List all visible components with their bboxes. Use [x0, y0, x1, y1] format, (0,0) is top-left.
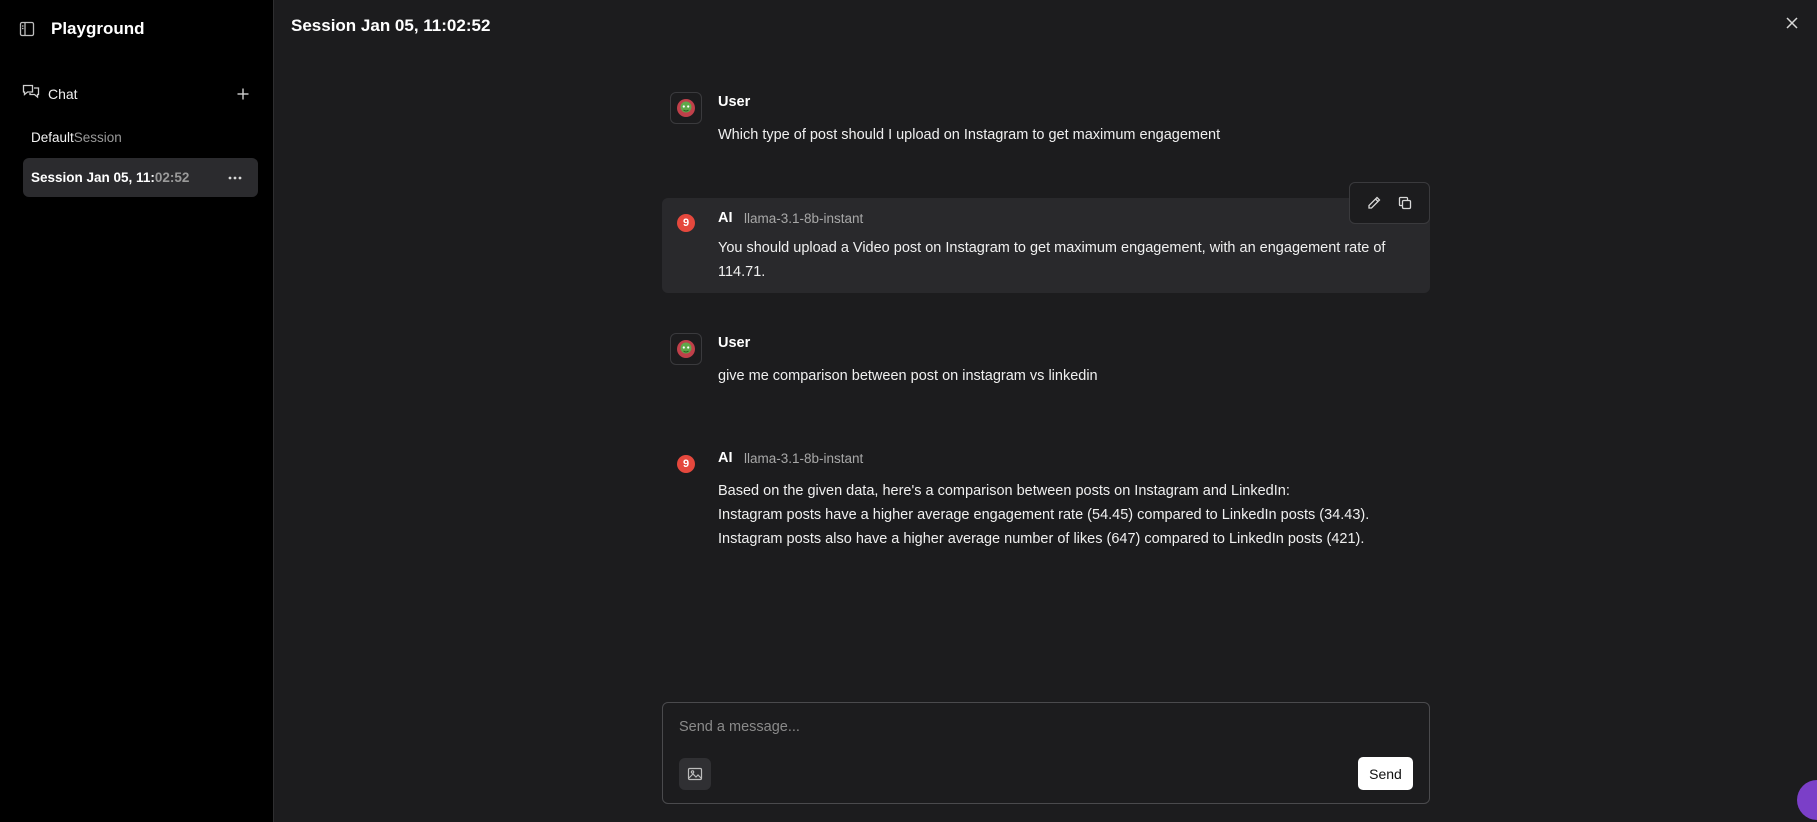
- close-button[interactable]: [1782, 13, 1802, 33]
- close-icon: [1786, 17, 1798, 29]
- user-avatar-icon: [670, 92, 702, 124]
- edit-message-button[interactable]: [1363, 192, 1385, 214]
- model-name: llama-3.1-8b-instant: [744, 451, 864, 466]
- send-button[interactable]: Send: [1358, 757, 1413, 790]
- message-composer: Send: [662, 702, 1430, 804]
- message-role: AI: [718, 210, 733, 226]
- app-title: Playground: [51, 19, 145, 38]
- model-name: llama-3.1-8b-instant: [744, 211, 864, 226]
- session-label-head: Session Jan 05, 11:: [31, 170, 155, 185]
- page-title: Session Jan 05, 11:02:52: [291, 16, 491, 35]
- session-label-tail: Session: [73, 130, 122, 145]
- message-line: Instagram posts also have a higher avera…: [718, 531, 1365, 547]
- message-line: Based on the given data, here's a compar…: [718, 483, 1290, 499]
- message-text: Which type of post should I upload on In…: [718, 127, 1221, 143]
- chat-message-ai: 9 AI llama-3.1-8b-instant You should upl…: [662, 198, 1430, 293]
- user-avatar-icon: [670, 333, 702, 365]
- chat-message-user: User give me comparison between post on …: [662, 333, 1430, 393]
- ai-avatar: 9: [670, 448, 702, 480]
- attach-image-button[interactable]: [679, 758, 711, 790]
- chat-message-ai: 9 AI llama-3.1-8b-instant Based on the g…: [662, 448, 1430, 558]
- copy-icon: [1399, 196, 1412, 210]
- session-item-active[interactable]: Session Jan 05, 11: 02:52: [23, 158, 258, 197]
- ai-avatar: 9: [670, 207, 702, 239]
- chat-icon: [22, 83, 40, 105]
- session-label-tail: 02:52: [154, 170, 190, 185]
- ai-badge-icon: 9: [677, 455, 695, 473]
- message-role: AI: [718, 450, 733, 466]
- image-upload-icon: [687, 767, 703, 781]
- copy-message-button[interactable]: [1394, 192, 1416, 214]
- sidebar-header: Playground: [18, 19, 145, 39]
- chat-message-user: User Which type of post should I upload …: [662, 92, 1430, 152]
- chat-section-header: Chat: [22, 83, 252, 105]
- message-text: You should upload a Video post on Instag…: [718, 240, 1386, 280]
- message-input[interactable]: [679, 719, 1409, 743]
- help-chat-icon[interactable]: [1797, 780, 1817, 820]
- new-session-button[interactable]: [234, 85, 252, 103]
- sidebar-toggle-icon[interactable]: [18, 20, 36, 38]
- message-role: User: [718, 94, 751, 110]
- message-role: User: [718, 335, 751, 351]
- message-actions: [1349, 182, 1430, 224]
- session-more-button[interactable]: [226, 169, 244, 187]
- sidebar: Playground Chat Default Session Session …: [0, 0, 274, 822]
- edit-icon: [1368, 196, 1381, 209]
- ai-badge-icon: 9: [677, 214, 695, 232]
- message-line: Instagram posts have a higher average en…: [718, 507, 1370, 523]
- message-text: Based on the given data, here's a compar…: [718, 479, 1418, 551]
- session-item-default[interactable]: Default Session: [23, 118, 258, 157]
- plus-icon: [237, 88, 249, 100]
- more-icon: [228, 176, 242, 180]
- message-text: give me comparison between post on insta…: [718, 368, 1098, 384]
- chat-label: Chat: [48, 86, 78, 102]
- session-label-head: Default: [31, 130, 74, 145]
